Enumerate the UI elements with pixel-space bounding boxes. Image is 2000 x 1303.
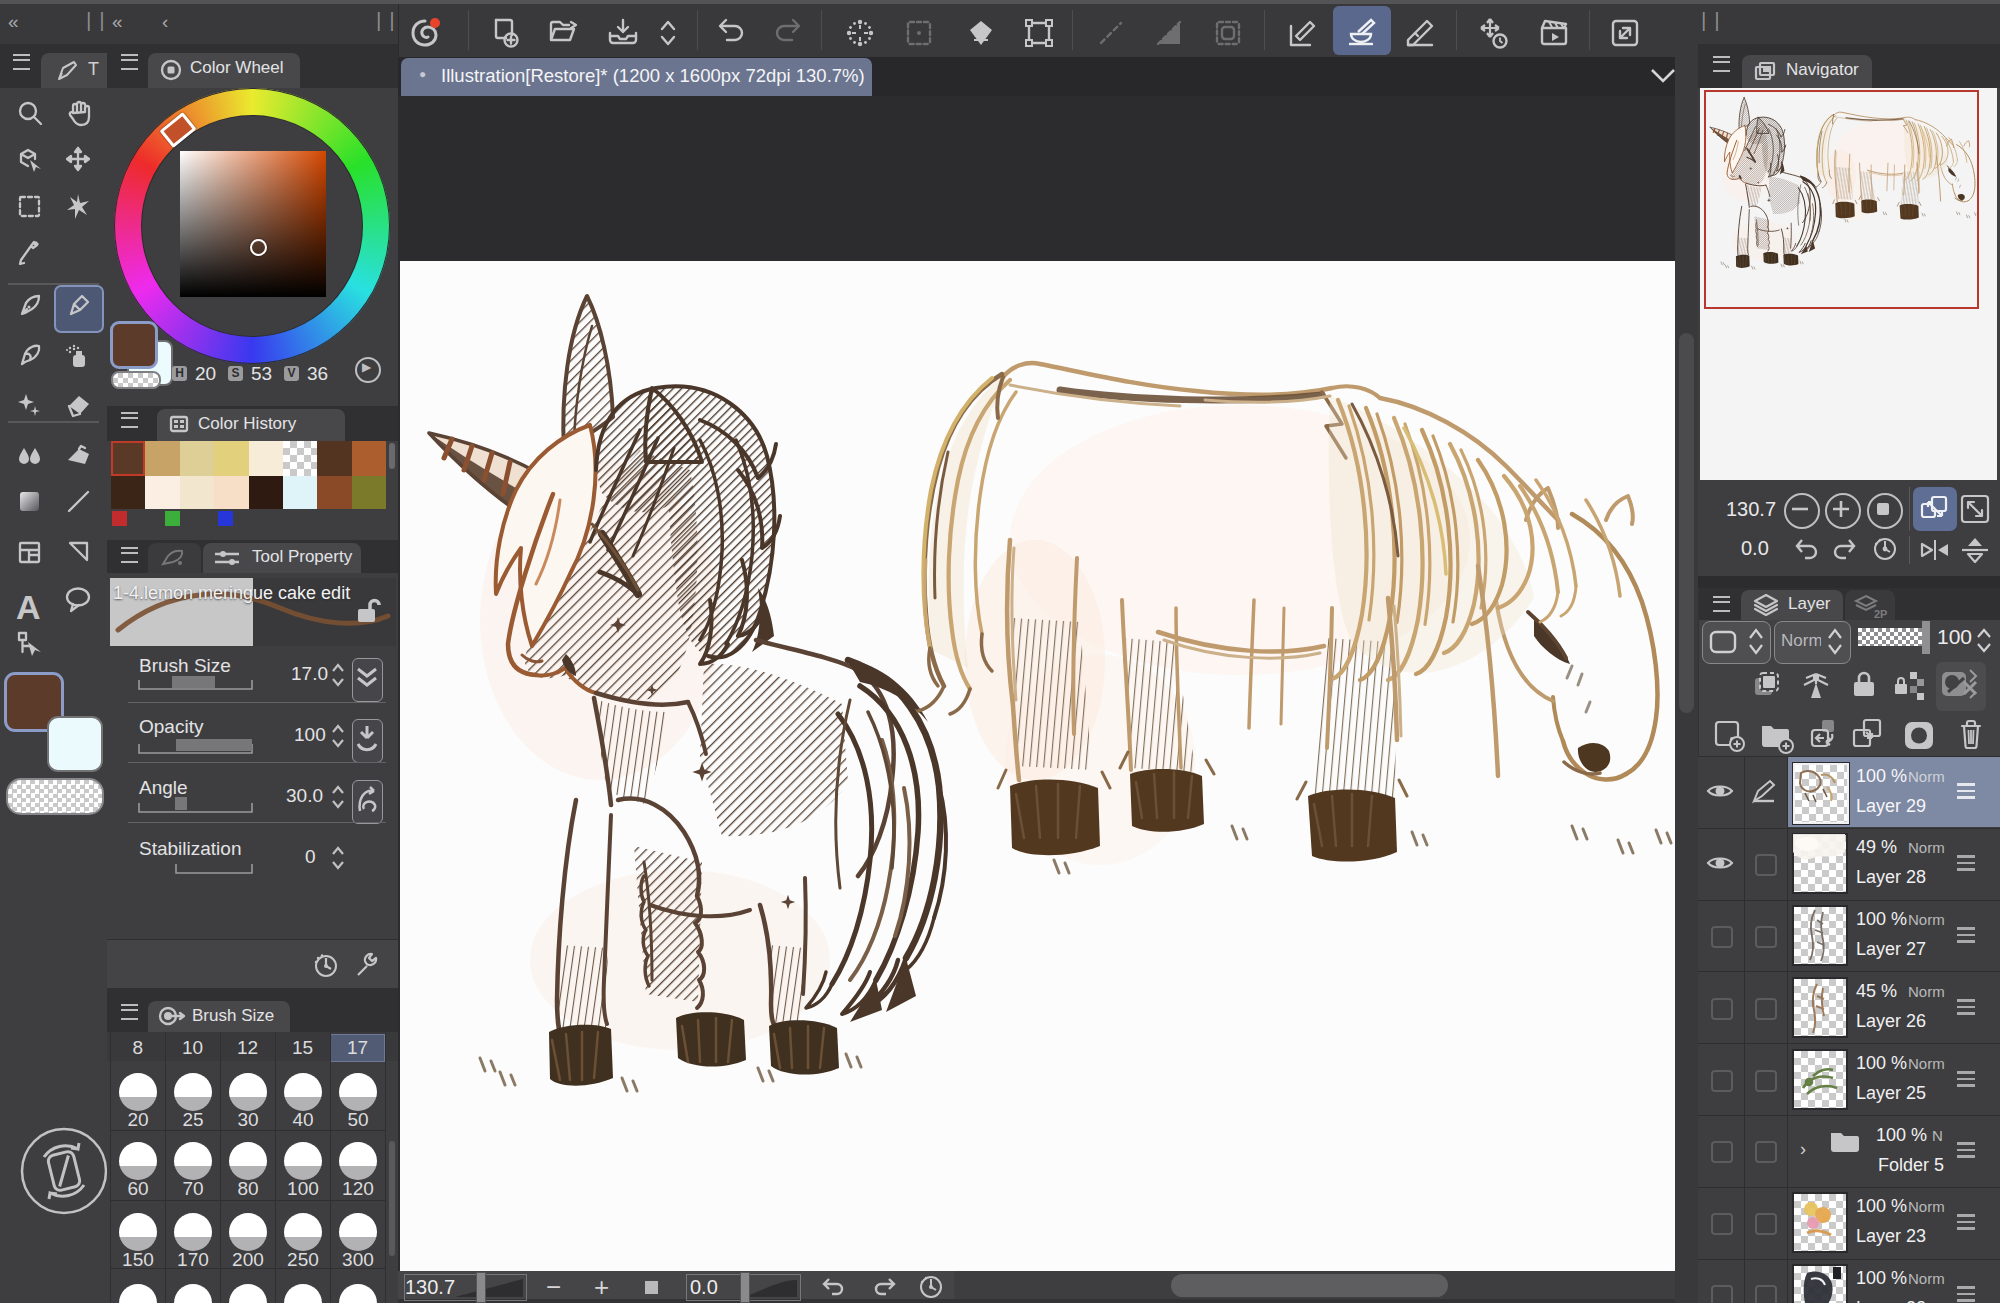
svg-text:2P: 2P [1874,608,1887,620]
